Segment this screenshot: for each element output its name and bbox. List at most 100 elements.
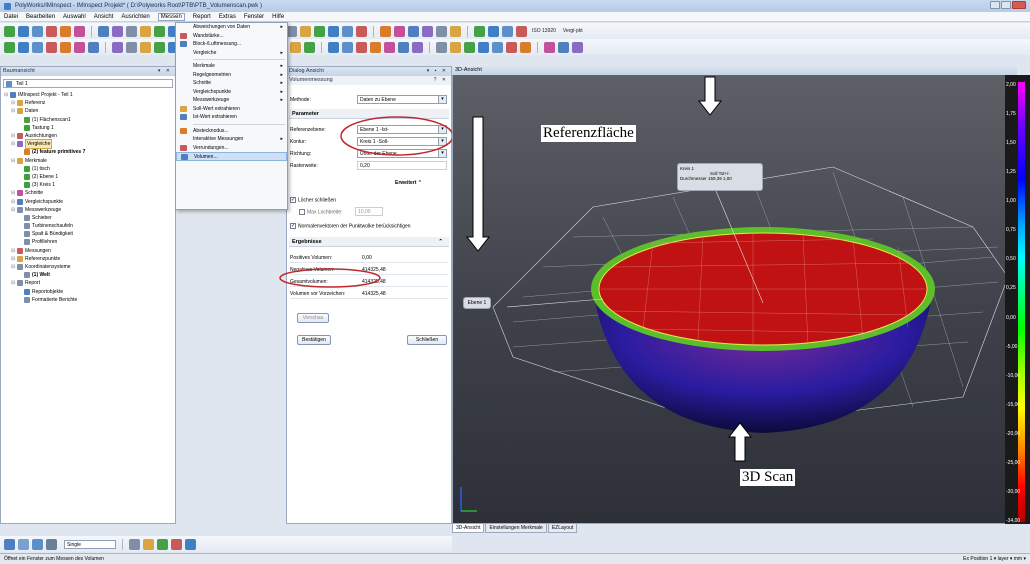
toolbar-tool-icon[interactable] <box>398 41 409 53</box>
toolbar-tool-icon[interactable] <box>328 41 339 53</box>
menu-item[interactable]: Verrundungen... <box>176 144 287 153</box>
probe-icon[interactable] <box>143 538 154 550</box>
vergleichspunkt-label[interactable]: Vergl-pkt <box>563 28 583 34</box>
chevron-up-icon[interactable]: ⌃ <box>438 237 443 247</box>
toolbar-tool-icon[interactable] <box>436 41 447 53</box>
status-right[interactable]: Ex Position 1 ▾ layer ▾ mm ▾ <box>963 554 1026 564</box>
tree-item[interactable]: Turbinenschaufeln <box>1 222 175 230</box>
max-lochbreite-checkbox[interactable] <box>299 209 305 215</box>
loecher-checkbox[interactable]: ✓ <box>290 197 296 203</box>
menu-fenster[interactable]: Fenster <box>244 14 264 20</box>
toolbar-tool-icon[interactable] <box>478 41 489 53</box>
menu-item[interactable]: Soll-Wert extrahieren <box>176 105 287 114</box>
view-tab[interactable]: Einstellungen Merkmale <box>485 524 547 533</box>
tree-item[interactable]: (2) Ebene 1 <box>1 173 175 181</box>
toolbar-tool-icon[interactable] <box>98 25 109 37</box>
toolbar-tool-icon[interactable] <box>154 41 165 53</box>
tree-item[interactable]: ⊟ Vergleichspunkte <box>1 197 175 205</box>
erweitert-toggle[interactable]: Erweitert ⌃ <box>395 180 422 186</box>
toolbar-tool-icon[interactable] <box>18 25 29 37</box>
toolbar-tool-icon[interactable] <box>520 41 531 53</box>
toolbar-tool-icon[interactable] <box>4 25 15 37</box>
toolbar-tool-icon[interactable] <box>300 25 311 37</box>
maximize-button[interactable] <box>1001 1 1011 9</box>
toolbar-tool-icon[interactable] <box>126 25 137 37</box>
iso-standard-label[interactable]: ISO 13920 <box>532 28 556 34</box>
compare-icon[interactable] <box>171 538 182 550</box>
toolbar-tool-icon[interactable] <box>32 25 43 37</box>
toolbar-tool-icon[interactable] <box>412 41 423 53</box>
tree-item[interactable]: ⊟ Messungen <box>1 247 175 255</box>
loecher-row[interactable]: ✓ Löcher schließen <box>290 197 336 203</box>
toolbar-tool-icon[interactable] <box>572 41 583 53</box>
view-icon[interactable] <box>18 538 29 550</box>
max-lochbreite-input[interactable]: 10,00 <box>355 207 383 216</box>
menu-item[interactable]: Wandstärke... <box>176 32 287 41</box>
toolbar-tool-icon[interactable] <box>516 25 527 37</box>
menu-auswahl[interactable]: Auswahl <box>63 14 86 20</box>
tree-item[interactable]: (2) feature primitives 7 <box>1 148 175 156</box>
tree-item[interactable]: ⊟ Vergleiche <box>1 139 175 150</box>
toolbar-tool-icon[interactable] <box>154 25 165 37</box>
minimize-button[interactable] <box>990 1 1000 9</box>
toolbar-tool-icon[interactable] <box>74 41 85 53</box>
vorschau-button[interactable]: Vorschau <box>297 313 329 323</box>
tree-item[interactable]: (1) tisch <box>1 165 175 173</box>
toolbar-tool-icon[interactable] <box>60 41 71 53</box>
menu-item[interactable]: Volumen... <box>176 152 287 161</box>
toolbar-tool-icon[interactable] <box>356 41 367 53</box>
close-button[interactable] <box>1012 1 1026 9</box>
toolbar-tool-icon[interactable] <box>140 41 151 53</box>
tree-item[interactable]: Profillehren <box>1 238 175 246</box>
menu-bearbeiten[interactable]: Bearbeiten <box>26 14 55 20</box>
toolbar-tool-icon[interactable] <box>342 41 353 53</box>
report-icon[interactable] <box>185 538 196 550</box>
toolbar-tool-icon[interactable] <box>32 41 43 53</box>
view-tab[interactable]: EZLayout <box>547 524 578 533</box>
schliessen-button[interactable]: Schließen <box>407 335 447 345</box>
toolbar-tool-icon[interactable] <box>88 41 99 53</box>
select-icon[interactable] <box>4 538 15 550</box>
menu-item[interactable]: Messwerkzeuge ▸ <box>176 96 287 105</box>
toolbar-tool-icon[interactable] <box>46 25 57 37</box>
toolbar-tool-icon[interactable] <box>314 25 325 37</box>
toolbar-tool-icon[interactable] <box>544 41 555 53</box>
toolbar-tool-icon[interactable] <box>436 25 447 37</box>
selection-mode-select[interactable]: Single <box>64 539 116 549</box>
menu-item[interactable]: Vergleichspunkte ▸ <box>176 88 287 97</box>
toolbar-tool-icon[interactable] <box>450 41 461 53</box>
tree-item[interactable]: Tastung 1 <box>1 124 175 132</box>
menu-item[interactable]: Schnitte ▸ <box>176 79 287 88</box>
bestaetigen-button[interactable]: Bestätigen <box>297 335 331 345</box>
tree-item[interactable]: ⊟ Messwerkzeuge <box>1 206 175 214</box>
grid-icon[interactable] <box>129 538 140 550</box>
3d-view[interactable]: Kreis 1 Soll Tol+/- Durchmesser 159,39 1… <box>452 66 1017 524</box>
toolbar-tool-icon[interactable] <box>408 25 419 37</box>
toolbar-tool-icon[interactable] <box>370 41 381 53</box>
tree-item[interactable]: ⊟ Referenz <box>1 99 175 107</box>
toolbar-tool-icon[interactable] <box>140 25 151 37</box>
menu-item[interactable]: Interaktive Messungen ▸ <box>176 135 287 144</box>
referenzebene-select[interactable]: Ebene 1 -Ist- <box>357 125 447 134</box>
toolbar-tool-icon[interactable] <box>60 25 71 37</box>
toolbar-tool-icon[interactable] <box>126 41 137 53</box>
toolbar-tool-icon[interactable] <box>506 41 517 53</box>
toolbar-tool-icon[interactable] <box>356 25 367 37</box>
tree-item[interactable]: Formatierte Berichte <box>1 296 175 304</box>
richtung-select[interactable]: Unter der Ebene <box>357 149 447 158</box>
normalen-row[interactable]: ✓ Normalenvektoren der Punktwolke berücks… <box>290 223 411 229</box>
tree-item[interactable]: ⊟ IMInspect Projekt - Teil 1 <box>1 91 175 99</box>
view-tab[interactable]: 3D-Ansicht <box>452 524 485 533</box>
zoom-icon[interactable] <box>46 538 57 550</box>
tree-item[interactable]: ⊟ Daten <box>1 107 175 115</box>
methode-select[interactable]: Daten zu Ebene <box>357 95 447 104</box>
toolbar-tool-icon[interactable] <box>290 41 301 53</box>
dialog-panel-controls[interactable]: ▾ ▪ ✕ <box>427 67 448 76</box>
kontur-select[interactable]: Kreis 1 -Soll- <box>357 137 447 146</box>
toolbar-tool-icon[interactable] <box>492 41 503 53</box>
toolbar-tool-icon[interactable] <box>464 41 475 53</box>
feature-icon[interactable] <box>157 538 168 550</box>
rasterweite-input[interactable]: 0,20 <box>357 161 447 170</box>
menu-ausrichten[interactable]: Ausrichten <box>121 14 149 20</box>
toolbar-tool-icon[interactable] <box>384 41 395 53</box>
